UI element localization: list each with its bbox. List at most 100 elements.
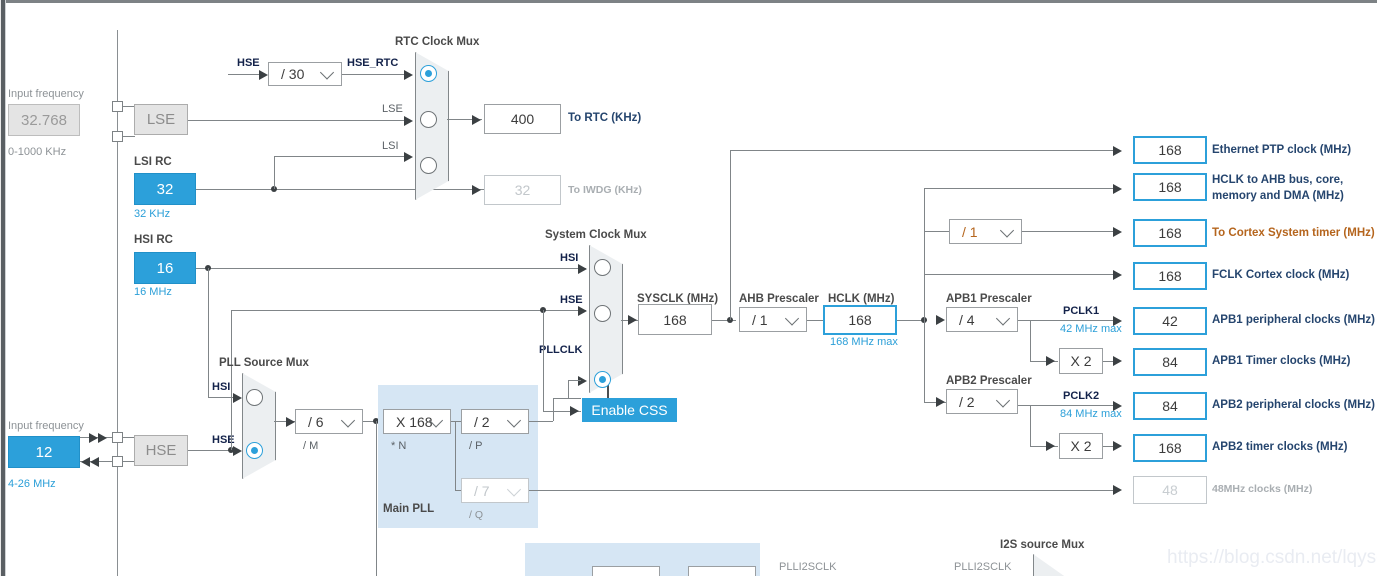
pll-q-divider-select[interactable]: / 7: [461, 478, 529, 503]
pllp-to-pllclk: [553, 398, 581, 399]
hse-out-arrow-a: [81, 457, 90, 467]
hsi-sysmux-label: HSI: [560, 252, 578, 264]
lsi-value-box[interactable]: 32: [134, 173, 196, 205]
output-label-fclk-cortex: FCLK Cortex clock (MHz): [1212, 269, 1349, 281]
hse-sysmux-label: HSE: [560, 294, 583, 306]
lse-wire-label: LSE: [382, 103, 403, 115]
apb1-prescaler-select[interactable]: / 4: [946, 307, 1018, 332]
pllp-out-wire: [529, 421, 553, 422]
output-box-apb2-peripheral[interactable]: 84: [1133, 392, 1207, 420]
lse-connector-bottom[interactable]: [112, 131, 123, 142]
pll-p-label: / P: [469, 440, 482, 452]
rtc-mux-radio-lsi[interactable]: [420, 157, 437, 174]
hse-input-frequency-field[interactable]: 12: [8, 436, 80, 468]
hse-rtc-wire: [342, 74, 405, 75]
pllclk-label: PLLCLK: [539, 344, 582, 356]
css-input-arrow: [570, 406, 579, 416]
to-rtc-value-box[interactable]: 400: [484, 104, 561, 134]
ahb-to-hclk-wire: [807, 320, 823, 321]
output-box-cortex-system-timer[interactable]: 168: [1133, 219, 1207, 247]
hclk-value-box[interactable]: 168: [823, 305, 897, 335]
i2s-source-mux[interactable]: [1033, 554, 1067, 576]
enable-css-button[interactable]: Enable CSS: [582, 398, 677, 422]
apb2-prescaler-value: / 2: [959, 394, 975, 410]
chevron-down-icon: [1000, 223, 1014, 237]
hse-rtc-arrow: [404, 70, 413, 80]
pll-m-divider-select[interactable]: / 6: [295, 409, 363, 434]
hse-connector-top[interactable]: [112, 432, 123, 443]
pclk1-max-label: 42 MHz max: [1060, 323, 1122, 335]
hsi-branch-down: [208, 268, 209, 397]
lsi-mux-arrow: [404, 152, 413, 162]
lse-connector-top[interactable]: [112, 101, 123, 112]
hse-rtc-divider-select[interactable]: / 30: [268, 62, 342, 86]
lse-source-box[interactable]: LSE: [134, 104, 188, 135]
output-box-fclk-cortex[interactable]: 168: [1133, 262, 1207, 290]
hsi-rc-title: HSI RC: [134, 234, 173, 246]
rtc-mux-radio-hse-rtc[interactable]: [420, 65, 437, 82]
chevron-down-icon: [734, 570, 748, 576]
to-rtc-label: To RTC (KHz): [568, 112, 641, 124]
output-label-apb1-timer: APB1 Timer clocks (MHz): [1212, 355, 1350, 367]
pll-mux-radio-hsi[interactable]: [246, 389, 263, 406]
lse-conn-wire-bottom: [123, 136, 135, 137]
lse-input-frequency-field[interactable]: 32.768: [8, 104, 80, 136]
pll-mux-radio-hse[interactable]: [246, 442, 263, 459]
chevron-down-icon: [507, 413, 521, 427]
output-label-apb1-peripheral: APB1 peripheral clocks (MHz): [1212, 314, 1375, 326]
pllclk-up-seg: [568, 380, 569, 398]
to-iwdg-value-box[interactable]: 32: [484, 175, 561, 205]
apb1-timer-multiplier-box[interactable]: X 2: [1059, 348, 1103, 374]
pllmux-out-arrow: [286, 417, 295, 427]
sysmux-radio-hse[interactable]: [594, 305, 611, 322]
hse-in-arrow-a: [89, 433, 98, 443]
hse-source-box[interactable]: HSE: [134, 435, 188, 466]
output-box-apb1-timer[interactable]: 84: [1133, 348, 1207, 376]
apb1-in-arrow: [936, 315, 945, 325]
chevron-down-icon: [785, 311, 799, 325]
apb2-timer-drop: [1030, 405, 1031, 446]
rtc-mux-radio-lse[interactable]: [420, 111, 437, 128]
hclk-ahbbus-wire: [924, 188, 1120, 189]
clock-configuration-canvas: Input frequency 32.768 0-1000 KHz LSE LS…: [0, 0, 1377, 576]
lse-range-label: 0-1000 KHz: [8, 146, 66, 158]
hse-out-arrow-b: [90, 457, 99, 467]
sysclk-value-box[interactable]: 168: [638, 304, 712, 335]
output-box-ethernet-ptp[interactable]: 168: [1133, 136, 1207, 164]
hclk-ahbbus-arrow: [1113, 184, 1122, 194]
output-label-ethernet-ptp: Ethernet PTP clock (MHz): [1212, 144, 1351, 156]
apb1-timer-arrow-in: [1046, 356, 1055, 366]
apb2-timer-multiplier-box[interactable]: X 2: [1059, 433, 1103, 459]
cortex-systimer-prescaler-select[interactable]: / 1: [949, 219, 1022, 244]
sysmux-radio-pllclk[interactable]: [594, 371, 611, 388]
to-iwdg-label: To IWDG (KHz): [568, 184, 642, 196]
hse-rtc-divider-value: / 30: [281, 66, 304, 82]
plli2s-n-select[interactable]: [592, 566, 660, 576]
window-left-edge: [0, 0, 6, 576]
rtc-clock-mux-title: RTC Clock Mux: [395, 36, 479, 48]
output-box-48mhz[interactable]: 48: [1133, 476, 1207, 504]
plli2s-r-select[interactable]: [688, 566, 756, 576]
hse-in-arrow-b: [98, 433, 107, 443]
output-label-apb2-peripheral: APB2 peripheral clocks (MHz): [1212, 399, 1375, 411]
hse-connector-bottom[interactable]: [112, 456, 123, 467]
pll-source-mux[interactable]: [242, 373, 276, 479]
pll-source-mux-title: PLL Source Mux: [219, 357, 309, 369]
apb1-timer-drop: [1030, 320, 1031, 361]
pll-n-multiplier-select[interactable]: X 168: [383, 409, 451, 434]
pll-n-to-p-wire: [451, 421, 461, 422]
output-box-hclk-ahb[interactable]: 168: [1133, 173, 1207, 201]
output-box-apb1-peripheral[interactable]: 42: [1133, 307, 1207, 335]
plli2sclk-label-left: PLLI2SCLK: [779, 561, 836, 573]
pll-p-divider-select[interactable]: / 2: [461, 409, 529, 434]
sysmux-radio-hsi[interactable]: [594, 259, 611, 276]
hse-div-input-label: HSE: [237, 57, 260, 69]
ahb-prescaler-select[interactable]: / 1: [739, 307, 807, 332]
output-label-48mhz: 48MHz clocks (MHz): [1212, 483, 1312, 495]
pll-m-branch-down: [376, 421, 377, 576]
chevron-down-icon: [996, 311, 1010, 325]
apb2-prescaler-select[interactable]: / 2: [946, 389, 1018, 414]
hsi-value-box[interactable]: 16: [134, 252, 196, 284]
output-box-apb2-timer[interactable]: 168: [1133, 434, 1207, 462]
lse-input-frequency-label: Input frequency: [8, 88, 84, 100]
